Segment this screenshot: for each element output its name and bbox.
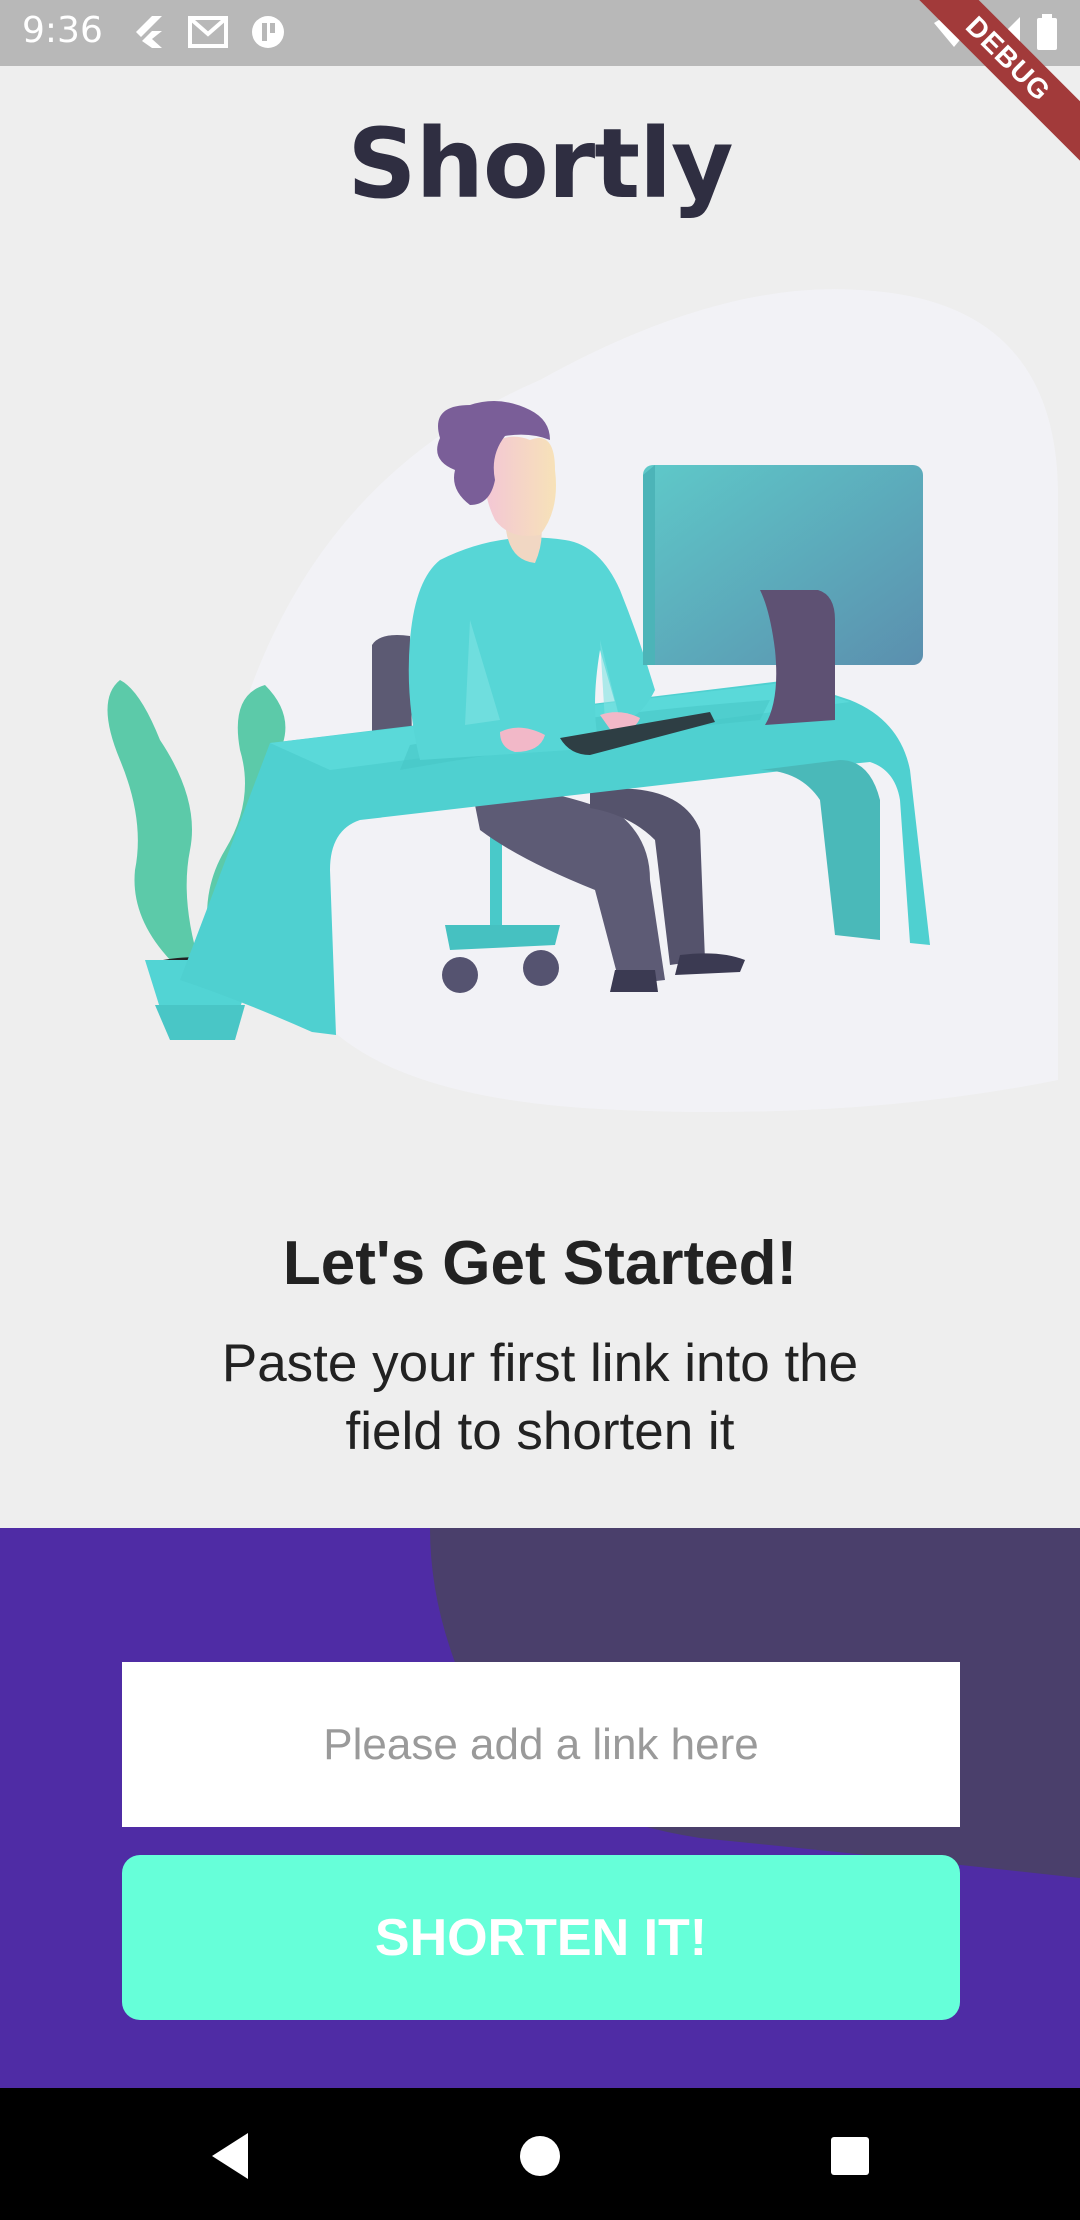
battery-icon [1037,14,1057,50]
recents-button[interactable] [820,2126,880,2186]
app-notification-icon [252,16,284,48]
gmail-icon [188,16,228,48]
navigation-bar [0,2088,1080,2220]
onboarding-description: Paste your first link into the field to … [221,1334,859,1461]
status-time: 9:36 [22,10,103,51]
shorten-button[interactable]: SHORTEN IT! [122,1855,960,2020]
person-at-desk-illustration [107,289,1059,1112]
onboarding-heading: Let's Get Started! [282,1229,798,1298]
back-button[interactable] [200,2126,260,2186]
link-input[interactable] [122,1662,960,1827]
back-icon [212,2133,248,2179]
home-button[interactable] [510,2126,570,2186]
status-icons-left [130,14,286,50]
recents-icon [831,2137,869,2175]
flutter-icon [136,16,162,48]
home-icon [520,2136,560,2176]
status-bar: 9:36 [0,0,1080,66]
app-title: Shortly [347,108,733,220]
